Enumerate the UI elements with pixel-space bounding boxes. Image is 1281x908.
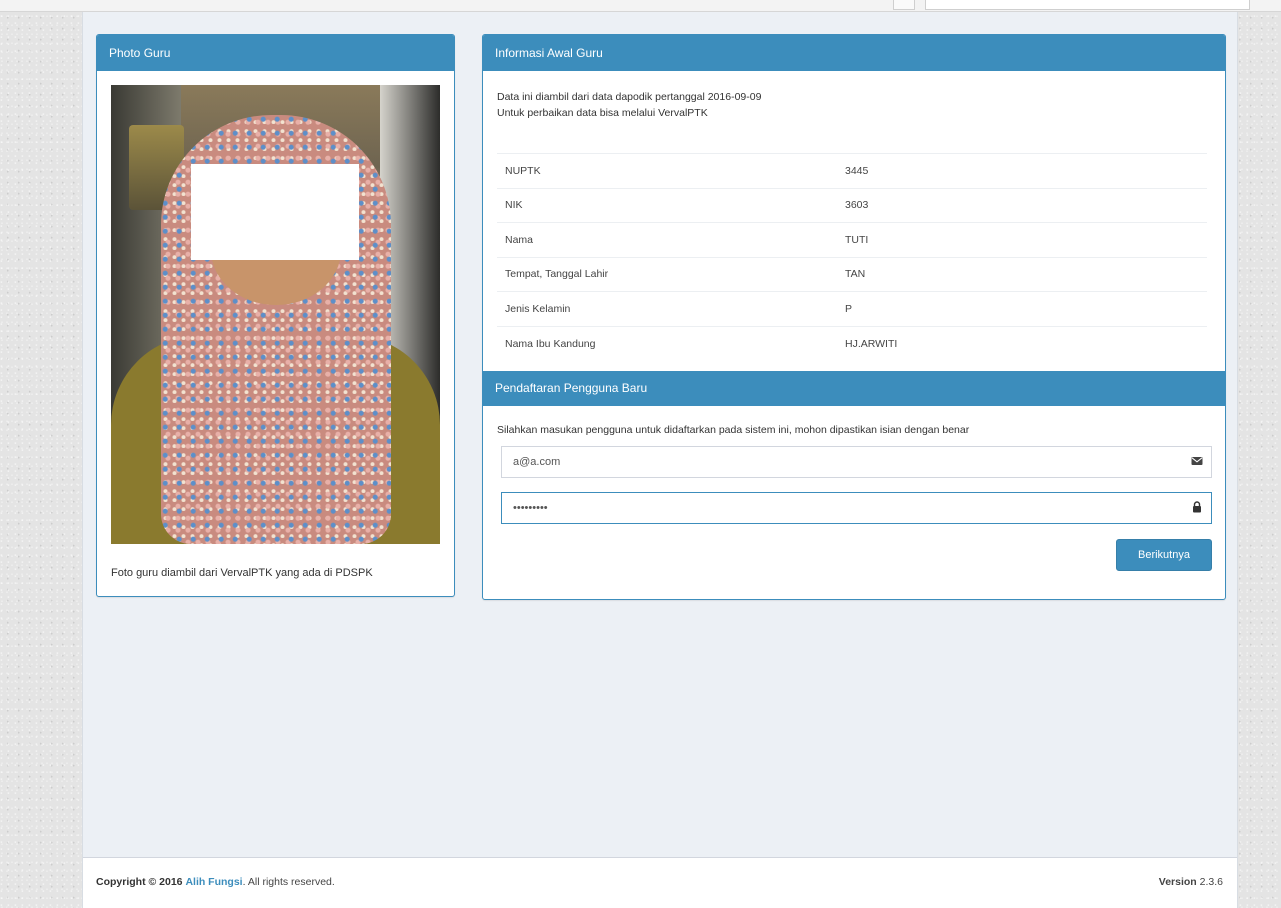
table-row: Jenis Kelamin P — [497, 291, 1207, 326]
copyright-prefix: Copyright © 2016 — [96, 876, 183, 888]
row-value: 3603 — [837, 187, 1207, 223]
info-intro-line-1: Data ini diambil dari data dapodik perta… — [497, 91, 762, 103]
row-label: Jenis Kelamin — [497, 291, 837, 326]
row-label: Nama — [497, 222, 837, 257]
informasi-awal-guru-box: Informasi Awal Guru Data ini diambil dar… — [482, 34, 1226, 600]
table-row: NUPTK 3445 — [497, 153, 1207, 188]
row-label: Nama Ibu Kandung — [497, 325, 837, 361]
photo-caption: Foto guru diambil dari VervalPTK yang ad… — [111, 567, 373, 579]
lock-icon — [1193, 501, 1201, 513]
envelope-icon — [1191, 457, 1203, 465]
copyright: Copyright © 2016 Alih Fungsi. All rights… — [96, 876, 335, 888]
teacher-photo — [111, 85, 440, 544]
registration-title: Pendaftaran Pengguna Baru — [483, 371, 1225, 406]
version-value: 2.3.6 — [1199, 876, 1223, 888]
row-value: P — [837, 291, 1207, 326]
table-row: Nama TUTI — [497, 222, 1207, 257]
photo-guru-box: Photo Guru Foto guru diambil dari Verval… — [96, 34, 455, 597]
row-value: 3445 — [837, 153, 1207, 188]
version-label: Version — [1158, 876, 1197, 888]
registration-instruction: Silahkan masukan pengguna untuk didaftar… — [497, 424, 970, 436]
brand-link[interactable]: Alih Fungsi — [185, 876, 242, 888]
row-value: TAN — [837, 256, 1207, 292]
email-input[interactable] — [502, 447, 1162, 477]
footer: Copyright © 2016 Alih Fungsi. All rights… — [83, 857, 1237, 908]
row-value: TUTI — [837, 222, 1207, 257]
face-redaction — [191, 164, 359, 260]
version-info: Version 2.3.6 — [1159, 876, 1223, 888]
password-input[interactable] — [502, 493, 1162, 523]
email-field[interactable] — [501, 446, 1212, 478]
browser-toolbar — [0, 0, 1281, 12]
info-intro: Data ini diambil dari data dapodik perta… — [497, 89, 761, 121]
browser-search-box[interactable] — [925, 0, 1250, 10]
row-label: NIK — [497, 187, 837, 223]
table-row: NIK 3603 — [497, 187, 1207, 223]
content-wrapper: Photo Guru Foto guru diambil dari Verval… — [82, 12, 1238, 908]
table-row: Nama Ibu Kandung HJ.ARWITI — [497, 325, 1207, 361]
info-intro-line-2: Untuk perbaikan data bisa melalui Verval… — [497, 107, 708, 119]
row-value: HJ.ARWITI — [837, 325, 1207, 361]
row-label: Tempat, Tanggal Lahir — [497, 256, 837, 292]
row-label: NUPTK — [497, 153, 837, 188]
dropdown-control[interactable] — [893, 0, 915, 10]
table-row: Tempat, Tanggal Lahir TAN — [497, 256, 1207, 292]
photo-box-title: Photo Guru — [97, 35, 454, 71]
info-box-title: Informasi Awal Guru — [483, 35, 1225, 71]
next-button[interactable]: Berikutnya — [1116, 539, 1212, 571]
teacher-info-table: NUPTK 3445 NIK 3603 Nama TUTI Tempat, Ta… — [497, 153, 1207, 361]
copyright-suffix: . All rights reserved. — [242, 876, 335, 888]
password-field[interactable] — [501, 492, 1212, 524]
